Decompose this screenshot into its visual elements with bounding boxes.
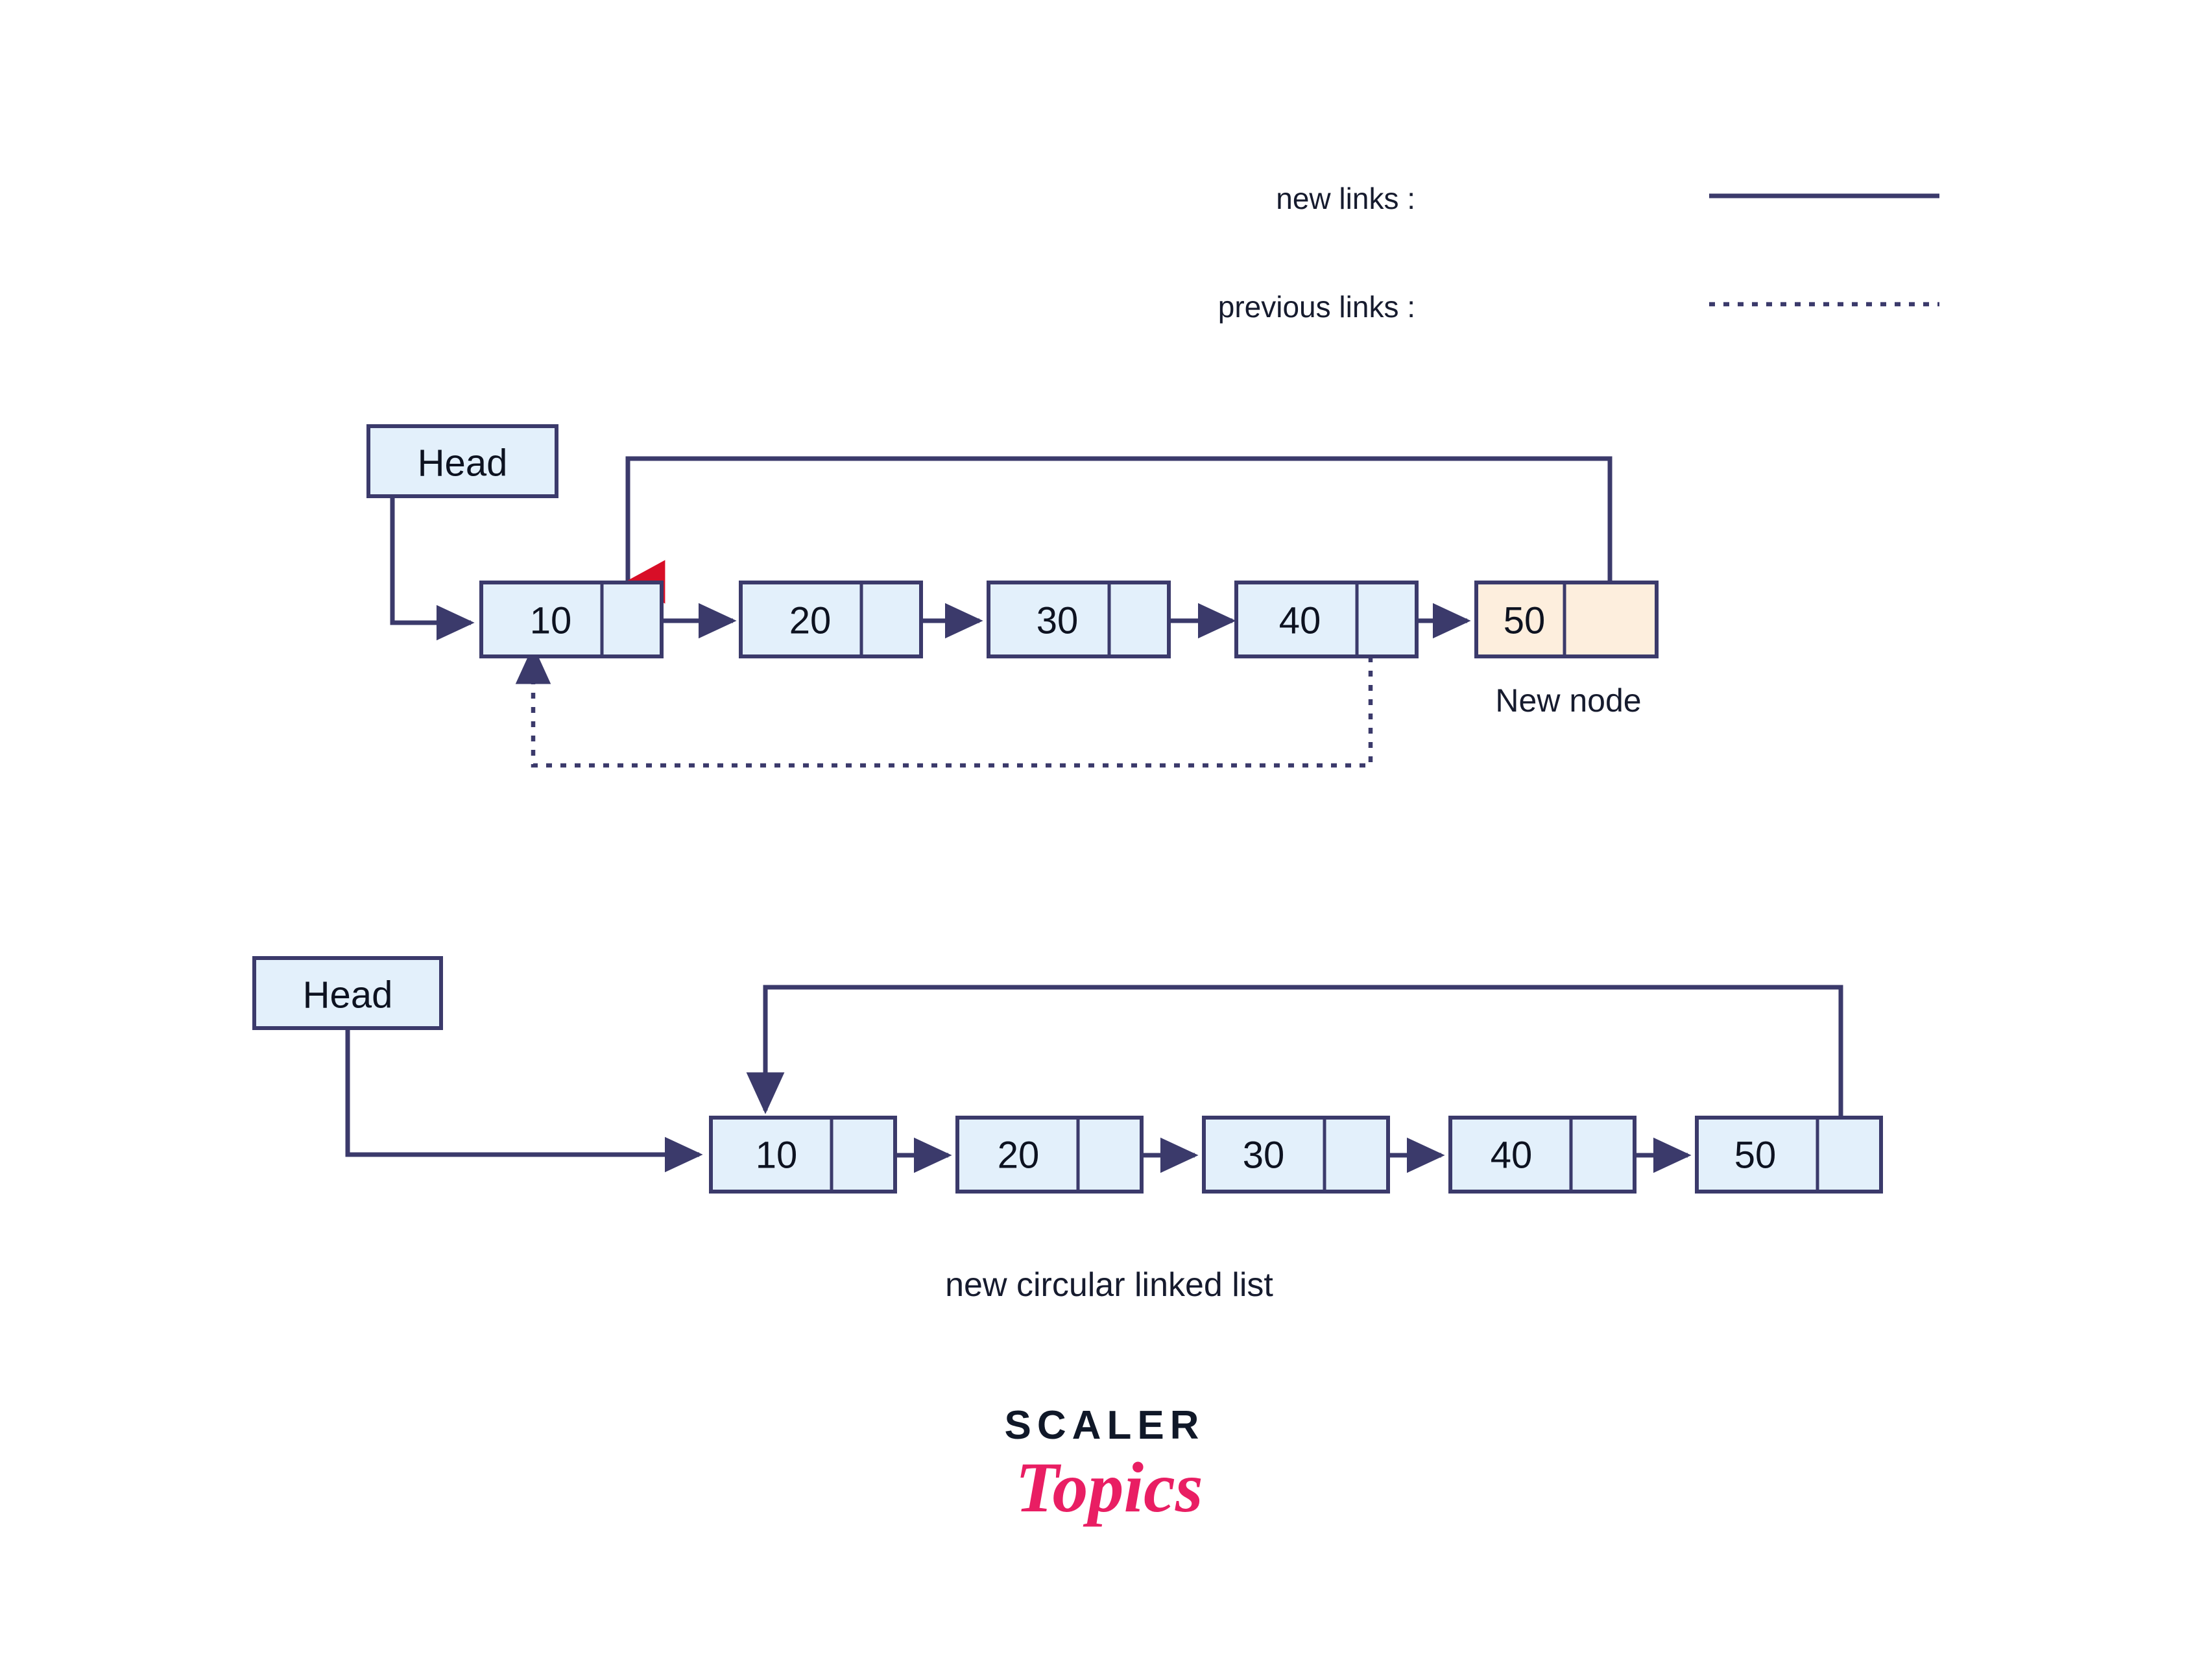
scaler-topics-logo: SCALER Topics	[1005, 1403, 1205, 1527]
node-20-bottom-value: 20	[998, 1134, 1040, 1177]
logo-topics-wordmark: Topics	[1015, 1448, 1203, 1527]
node-20-bottom-box	[955, 1116, 1144, 1194]
node-50-new-top: 50	[1474, 581, 1659, 658]
node-10-top-value: 10	[530, 600, 572, 642]
head-box-top: Head	[366, 424, 558, 498]
node-40-top-value: 40	[1279, 600, 1321, 642]
node-10-top: 10	[479, 581, 664, 658]
diagram-canvas: new links : previous links : Head 10 20	[0, 0, 2206, 1680]
node-20-bottom: 20	[955, 1116, 1144, 1194]
node-30-top: 30	[987, 581, 1171, 658]
node-40-top: 40	[1234, 581, 1419, 658]
node-10-bottom-box	[709, 1116, 897, 1194]
node-50-bottom: 50	[1695, 1116, 1883, 1194]
node-30-bottom-box	[1202, 1116, 1390, 1194]
node-40-bottom-box	[1448, 1116, 1637, 1194]
node-30-bottom: 30	[1202, 1116, 1390, 1194]
node-30-top-box	[987, 581, 1171, 658]
head-box-label-bottom: Head	[303, 974, 393, 1016]
node-50-bottom-value: 50	[1734, 1134, 1777, 1177]
logo-scaler-wordmark: SCALER	[1005, 1403, 1205, 1448]
head-box-label-top: Head	[418, 442, 508, 485]
node-50-bottom-box	[1695, 1116, 1883, 1194]
node-40-top-box	[1234, 581, 1419, 658]
legend-label-new-links: new links :	[1276, 182, 1415, 215]
node-50-new-top-value: 50	[1504, 600, 1546, 642]
head-box-bottom: Head	[252, 956, 443, 1030]
result-caption: new circular linked list	[945, 1266, 1273, 1304]
node-10-bottom: 10	[709, 1116, 897, 1194]
node-30-top-value: 30	[1037, 600, 1079, 642]
new-node-annotation: New node	[1495, 682, 1641, 719]
legend-label-previous-links: previous links :	[1218, 290, 1415, 324]
node-40-bottom-value: 40	[1491, 1134, 1533, 1177]
node-10-bottom-value: 10	[756, 1134, 798, 1177]
node-20-top-value: 20	[789, 600, 832, 642]
node-40-bottom: 40	[1448, 1116, 1637, 1194]
node-30-bottom-value: 30	[1243, 1134, 1285, 1177]
node-20-top: 20	[739, 581, 923, 658]
